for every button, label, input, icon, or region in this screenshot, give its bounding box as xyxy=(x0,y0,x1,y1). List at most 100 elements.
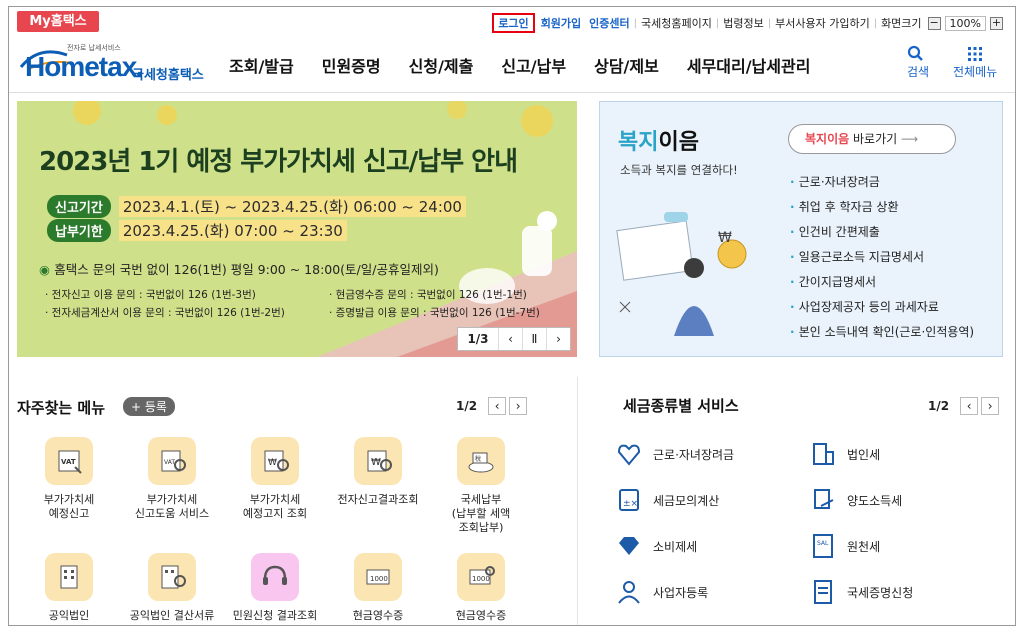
svg-text:稅: 稅 xyxy=(475,455,481,463)
taxtype-next-button[interactable]: › xyxy=(981,397,1000,415)
register-button[interactable]: + 등록 xyxy=(123,397,175,416)
taxtype-label: 법인세 xyxy=(847,447,881,462)
welfare-item[interactable]: 본인 소득내역 확인(근로·인적용역) xyxy=(790,320,974,345)
welfare-go-rest: 바로가기 xyxy=(849,132,898,146)
frequent-menu-item[interactable]: 민원신청 결과조회 xyxy=(223,553,327,623)
login-link[interactable]: 로그인 xyxy=(492,13,535,33)
banner-pause-button[interactable]: Ⅱ xyxy=(522,328,546,350)
zoom-in-button[interactable]: + xyxy=(990,16,1003,30)
frequent-prev-button[interactable]: ‹ xyxy=(488,397,507,415)
frequent-menu-label: 부가가치세 신고도움 서비스 xyxy=(134,493,210,520)
banner-info-text: 홈택스 문의 국번 없이 126(1번) 평일 9:00 ~ 18:00(토/일… xyxy=(54,262,439,277)
welfare-go-button[interactable]: 복지이음 바로가기 ⟶ xyxy=(788,124,956,154)
frequent-pager: 1/2 ‹ › xyxy=(456,397,528,415)
svg-text:SAL: SAL xyxy=(817,540,829,547)
banner-next-button[interactable]: › xyxy=(546,328,570,350)
taxtype-item[interactable]: 근로·자녀장려금 xyxy=(615,440,734,468)
welfare-item[interactable]: 근로·자녀장려금 xyxy=(790,170,974,195)
menu-report-pay[interactable]: 신고/납부 xyxy=(501,53,566,77)
frequent-menu-label: 전자신고결과조회 xyxy=(337,493,419,506)
svg-text:VAT: VAT xyxy=(61,458,76,466)
welfare-item[interactable]: 일용근로소득 지급명세서 xyxy=(790,245,974,270)
banner-prev-button[interactable]: ‹ xyxy=(498,328,522,350)
frequent-menu-item[interactable]: 공익법인 결산서류 xyxy=(120,553,224,623)
welfare-title: 복지이음 xyxy=(618,124,699,156)
banner-pager: 1/3 ‹ Ⅱ › xyxy=(457,327,571,351)
taxtype-label: 소비제세 xyxy=(653,539,698,554)
menu-civil-cert[interactable]: 민원증명 xyxy=(322,53,381,77)
taxtype-label: 양도소득세 xyxy=(847,493,903,508)
taxtype-label: 세금모의계산 xyxy=(653,493,720,508)
frequent-menu-title: 자주찾는 메뉴 xyxy=(17,399,106,417)
frequent-menu-label: 부가가치세 예정고지 조회 xyxy=(242,493,308,520)
frequent-menu-label: 현금영수증 xyxy=(455,609,507,622)
taxtype-item[interactable]: 법인세 xyxy=(809,440,880,468)
frequent-menu-item[interactable]: 공익법인 xyxy=(17,553,121,623)
menu-apply-submit[interactable]: 신청/제출 xyxy=(409,53,474,77)
signup-link[interactable]: 회원가입 xyxy=(537,15,585,31)
banner-detail: · 현금영수증 문의 : 국번없이 126 (1번-1번) xyxy=(329,289,527,301)
cert-center-link[interactable]: 인증센터 xyxy=(585,15,633,31)
frequent-menu-label: 부가가치세 예정신고 xyxy=(43,493,95,520)
utility-links: 로그인 회원가입 인증센터 | 국세청홈페이지 | 법령정보 | 부서사용자 가… xyxy=(492,13,1005,33)
welfare-title-rest: 이음 xyxy=(658,130,699,155)
due-value: 2023.4.25.(화) 07:00 ~ 23:30 xyxy=(118,219,347,241)
browser-frame: My홈택스 로그인 회원가입 인증센터 | 국세청홈페이지 | 법령정보 | 부… xyxy=(8,6,1016,626)
banner-detail: · 증명발급 이용 문의 : 국번없이 126 (1번-7번) xyxy=(329,307,540,319)
frequent-menu-label: 공익법인 xyxy=(48,609,90,622)
transfer-doc-icon xyxy=(809,486,837,514)
myhome-button[interactable]: My홈택스 xyxy=(17,11,99,32)
welfare-item[interactable]: 취업 후 학자금 상환 xyxy=(790,195,974,220)
zoom-out-button[interactable]: − xyxy=(927,16,941,30)
period-value: 2023.4.1.(토) ~ 2023.4.25.(화) 06:00 ~ 24:… xyxy=(118,195,466,217)
vat-banner[interactable]: 2023년 1기 예정 부가가치세 신고/납부 안내 신고기간 2023.4.1… xyxy=(17,101,577,357)
cash-receipt-search-icon: 1000 xyxy=(457,553,505,601)
welfare-item[interactable]: 사업장제공자 등의 과세자료 xyxy=(790,295,974,320)
all-menu-button[interactable]: 전체메뉴 xyxy=(953,45,997,80)
banner-period-row: 신고기간 2023.4.1.(토) ~ 2023.4.25.(화) 06:00 … xyxy=(47,194,466,218)
taxtype-item[interactable]: 소비제세 xyxy=(615,532,697,560)
svg-text:₩: ₩ xyxy=(371,457,381,468)
frequent-menu-label: 공익법인 결산서류 xyxy=(129,609,215,622)
taxtype-item[interactable]: SAL 원천세 xyxy=(809,532,880,560)
search-label: 검색 xyxy=(907,65,930,79)
frequent-next-button[interactable]: › xyxy=(509,397,528,415)
frequent-menu-item[interactable]: VAT 부가가치세 예정신고 xyxy=(17,437,121,521)
dept-user-signup-link[interactable]: 부서사용자 가입하기 xyxy=(771,15,874,31)
frequent-menu-item[interactable]: ₩ 부가가치세 예정고지 조회 xyxy=(223,437,327,521)
taxtype-item[interactable]: ±× 세금모의계산 xyxy=(615,486,719,514)
welfare-list: 근로·자녀장려금 취업 후 학자금 상환 인건비 간편제출 일용근로소득 지급명… xyxy=(790,170,974,345)
taxtype-label: 국세증명신청 xyxy=(847,585,914,600)
frequent-menu-item[interactable]: ₩ 전자신고결과조회 xyxy=(326,437,430,507)
law-info-link[interactable]: 법령정보 xyxy=(719,15,767,31)
frequent-menu-item[interactable]: 稅 국세납부 (납부할 세액 조회납부) xyxy=(429,437,533,535)
menu-consult-report[interactable]: 상담/제보 xyxy=(594,53,659,77)
menu-inquiry-issue[interactable]: 조회/발급 xyxy=(229,53,294,77)
taxtype-item[interactable]: 국세증명신청 xyxy=(809,578,913,606)
headset-icon xyxy=(251,553,299,601)
welfare-panel: 복지이음 소득과 복지를 연결하다! 복지이음 바로가기 ⟶ ₩ 근로·자녀장려… xyxy=(599,101,1003,357)
welfare-illustration: ₩ xyxy=(616,212,747,336)
banner-due-row: 납부기한 2023.4.25.(화) 07:00 ~ 23:30 xyxy=(47,218,347,242)
building-icon xyxy=(45,553,93,601)
taxtype-item[interactable]: 사업자등록 xyxy=(615,578,708,606)
svg-text:±×: ±× xyxy=(623,499,638,509)
screen-size-label: 화면크기 xyxy=(881,17,922,30)
taxtype-prev-button[interactable]: ‹ xyxy=(960,397,979,415)
frequent-menu-item[interactable]: 1000 현금영수증 xyxy=(429,553,533,623)
welfare-item[interactable]: 간이지급명세서 xyxy=(790,270,974,295)
taxtype-item[interactable]: 양도소득세 xyxy=(809,486,902,514)
column-divider xyxy=(577,377,578,625)
tax-payment-icon: 稅 xyxy=(457,437,505,485)
banner-detail: · 전자신고 이용 문의 : 국번없이 126 (1번-3번) xyxy=(45,289,256,301)
menu-tax-agent[interactable]: 세무대리/납세관리 xyxy=(687,53,811,77)
hometax-logo[interactable]: 전자로 납세서비스 Hometax. 국세청홈택스 xyxy=(17,41,207,89)
frequent-menu-item[interactable]: VAT 부가가치세 신고도움 서비스 xyxy=(120,437,224,521)
person-icon xyxy=(615,578,643,606)
frequent-menu-item[interactable]: 1000 현금영수증 xyxy=(326,553,430,623)
search-button[interactable]: 검색 xyxy=(907,45,929,80)
welfare-item[interactable]: 인건비 간편제출 xyxy=(790,220,974,245)
diamond-icon xyxy=(615,532,643,560)
nts-homepage-link[interactable]: 국세청홈페이지 xyxy=(637,15,716,31)
info-bullet-icon: ◉ xyxy=(39,262,55,277)
